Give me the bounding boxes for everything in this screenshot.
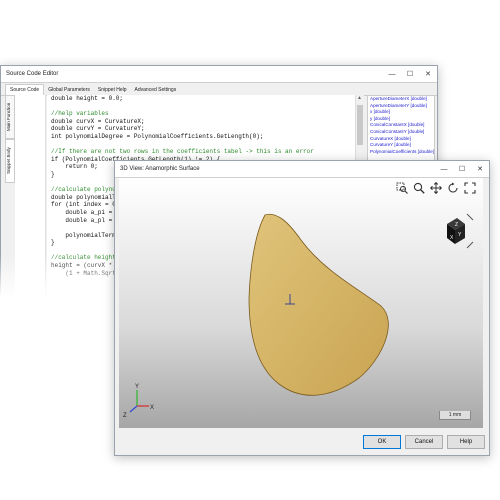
- view3d-close-button[interactable]: ✕: [471, 165, 489, 173]
- side-tab-snippet-body[interactable]: Snippet Body: [5, 139, 15, 183]
- view-cube-z-label: Z: [455, 222, 458, 228]
- 3d-view-window: 3D View: Anamorphic Surface — ☐ ✕ X Y Z …: [114, 160, 490, 456]
- variable-item[interactable]: ApertureDiameterX [double]: [368, 96, 434, 103]
- code-line[interactable]: double height = 0.0;: [47, 95, 355, 103]
- variable-item[interactable]: ApertureDiameterY [double]: [368, 103, 434, 110]
- side-tab-main-function[interactable]: Main Function: [5, 95, 15, 139]
- editor-title: Source Code Editor: [6, 71, 59, 77]
- view3d-title: 3D View: Anamorphic Surface: [120, 166, 200, 172]
- maximize-button[interactable]: ☐: [401, 70, 419, 78]
- code-line[interactable]: double curvY = CurvatureY;: [47, 125, 355, 133]
- code-line[interactable]: [47, 103, 355, 111]
- variable-item[interactable]: x [double]: [368, 109, 434, 116]
- help-button[interactable]: Help: [447, 435, 485, 449]
- editor-titlebar: Source Code Editor — ☐ ✕: [1, 66, 437, 83]
- scale-bar: 1 mm: [439, 411, 471, 420]
- variable-item[interactable]: y [double]: [368, 116, 434, 123]
- scroll-up-icon[interactable]: ▲: [357, 95, 362, 101]
- code-line[interactable]: [47, 141, 355, 149]
- code-line[interactable]: //If there are not two rows in the coeff…: [47, 148, 355, 156]
- minimize-button[interactable]: —: [383, 71, 401, 78]
- 3d-viewport[interactable]: X Y Z Y X Z 1 mm: [119, 178, 483, 428]
- cancel-button[interactable]: Cancel: [405, 435, 443, 449]
- variable-item[interactable]: PolynomialCoefficients [double[,]]: [368, 149, 434, 156]
- axis-y-label: Y: [135, 384, 139, 390]
- tab-advanced-settings[interactable]: Advanced Settings: [131, 85, 181, 95]
- scroll-thumb[interactable]: [357, 105, 363, 145]
- dialog-button-bar: OK Cancel Help: [115, 432, 489, 454]
- ok-button[interactable]: OK: [363, 435, 401, 449]
- anamorphic-surface: [248, 213, 389, 396]
- variable-item[interactable]: CurvatureY [double]: [368, 142, 434, 149]
- axis-triad: Y X Z: [123, 384, 154, 419]
- tab-source-code[interactable]: Source Code: [5, 84, 45, 95]
- surface-scene: X Y Z Y X Z: [123, 213, 474, 419]
- tab-snippet-help[interactable]: Snippet Help: [94, 85, 131, 95]
- variable-item[interactable]: ConicalConstantY [double]: [368, 129, 434, 136]
- code-line[interactable]: //help variables: [47, 110, 355, 118]
- view3d-titlebar: 3D View: Anamorphic Surface — ☐ ✕: [115, 161, 489, 178]
- axis-z-label: Z: [123, 413, 127, 419]
- variable-item[interactable]: CurvatureX [double]: [368, 136, 434, 143]
- code-line[interactable]: double curvX = CurvatureX;: [47, 118, 355, 126]
- tab-global-parameters[interactable]: Global Parameters: [44, 85, 94, 95]
- side-tabs: Main Function Snippet Body: [5, 95, 15, 265]
- axis-x-label: X: [150, 405, 154, 411]
- close-button[interactable]: ✕: [419, 70, 437, 78]
- view-cube: X Y Z: [447, 213, 474, 249]
- view3d-maximize-button[interactable]: ☐: [453, 165, 471, 173]
- view3d-minimize-button[interactable]: —: [435, 166, 453, 173]
- code-line[interactable]: int polynomialDegree = PolynomialCoeffic…: [47, 133, 355, 141]
- variable-item[interactable]: ConicalConstantX [double]: [368, 122, 434, 129]
